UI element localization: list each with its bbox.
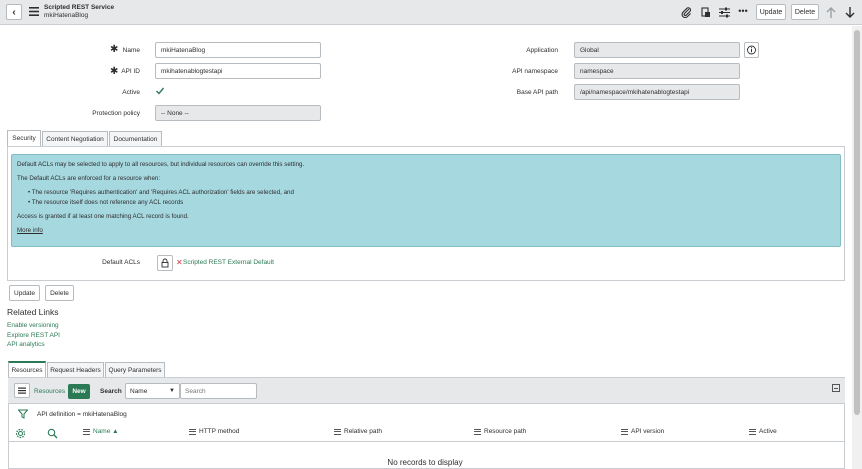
info-bullet: • The resource itself does not reference… <box>28 199 184 206</box>
tab-content-negotiation[interactable]: Content Negotiation <box>42 131 108 146</box>
api-id-field[interactable]: mkihatenablogtestapi <box>155 63 321 79</box>
info-text: Access is granted if at least one matchi… <box>17 213 189 220</box>
list-toolbar: Resources New Search Name ▼ <box>8 378 845 404</box>
collapse-icon[interactable] <box>832 384 840 392</box>
base-api-path-label: Base API path <box>516 89 558 96</box>
active-checkbox[interactable] <box>155 86 167 98</box>
remove-acl-icon[interactable]: ✕ <box>176 258 183 267</box>
default-acls-label: Default ACLs <box>102 259 140 266</box>
arrow-up-icon[interactable] <box>826 7 836 21</box>
column-header-name[interactable]: Name ▲ <box>83 428 119 435</box>
filter-breadcrumb[interactable]: API definition = mkiHatenaBlog <box>37 411 127 418</box>
header-update-button[interactable]: Update <box>756 4 786 20</box>
column-header-label[interactable]: Resource path <box>484 428 526 435</box>
page-scrollbar-thumb[interactable] <box>854 30 860 415</box>
empty-list-message: No records to display <box>387 458 463 467</box>
column-header-http-method[interactable]: HTTP method <box>189 428 239 435</box>
column-header-active[interactable]: Active <box>749 428 777 435</box>
column-header-label[interactable]: Active <box>759 428 777 435</box>
back-button[interactable]: ‹ <box>6 4 22 20</box>
info-bullet: • The resource 'Requires authentication'… <box>28 189 294 196</box>
tab-request-headers[interactable]: Request Headers <box>47 362 104 377</box>
search-input[interactable] <box>180 383 257 399</box>
header-divider <box>8 441 845 442</box>
paperclip-icon[interactable] <box>680 7 692 21</box>
column-header-label[interactable]: API version <box>631 428 664 435</box>
search-field-value: Name <box>130 387 148 395</box>
column-menu-icon[interactable] <box>334 428 341 435</box>
column-header-resource-path[interactable]: Resource path <box>474 428 526 435</box>
search-label: Search <box>100 388 122 395</box>
column-header-api-version[interactable]: API version <box>621 428 664 435</box>
explore-rest-api-link[interactable]: Explore REST API <box>7 332 60 339</box>
chevron-left-icon: ‹ <box>12 6 16 18</box>
api-analytics-link[interactable]: API analytics <box>7 341 45 348</box>
related-links-title: Related Links <box>7 307 59 317</box>
form-header: ‹ Scripted REST Service mkiHatenaBlog ••… <box>0 0 862 25</box>
column-menu-icon[interactable] <box>749 428 756 435</box>
record-type-title: Scripted REST Service <box>44 4 115 11</box>
name-label: Name <box>122 47 140 54</box>
info-text: The Default ACLs are enforced for a reso… <box>17 175 161 182</box>
column-header-label[interactable]: HTTP method <box>199 428 239 435</box>
protection-policy-select[interactable]: -- None -- <box>155 105 321 121</box>
checkmark-icon <box>156 87 165 95</box>
activity-stream-icon[interactable] <box>699 7 711 21</box>
info-bullet-text: The resource itself does not reference a… <box>31 199 184 206</box>
more-options-icon[interactable]: ••• <box>737 6 749 16</box>
update-button[interactable]: Update <box>9 285 40 301</box>
arrow-down-icon[interactable] <box>845 7 855 21</box>
search-field-select[interactable]: Name ▼ <box>125 383 180 399</box>
tab-query-parameters[interactable]: Query Parameters <box>105 362 165 377</box>
api-namespace-label: API namespace <box>512 68 558 75</box>
column-header-label[interactable]: Name ▲ <box>93 428 119 435</box>
filter-funnel-icon[interactable] <box>17 409 29 421</box>
application-label: Application <box>526 47 558 54</box>
hamburger-menu-icon[interactable] <box>28 7 39 19</box>
column-menu-icon[interactable] <box>474 428 481 435</box>
name-field[interactable]: mkiHatenaBlog <box>155 42 321 58</box>
delete-button[interactable]: Delete <box>45 285 74 301</box>
tab-security[interactable]: Security <box>7 130 41 146</box>
new-button[interactable]: New <box>68 384 90 399</box>
column-menu-icon[interactable] <box>621 428 628 435</box>
column-menu-icon[interactable] <box>189 428 196 435</box>
list-menu-button[interactable] <box>14 383 30 398</box>
security-info-box: Default ACLs may be selected to apply to… <box>11 154 841 247</box>
column-menu-icon[interactable] <box>83 428 90 435</box>
column-header-relative-path[interactable]: Relative path <box>334 428 382 435</box>
active-label: Active <box>122 89 140 96</box>
info-bullet-text: The resource 'Requires authentication' a… <box>31 189 294 196</box>
tab-resources[interactable]: Resources <box>8 361 46 377</box>
base-api-path-field: /api/namespace/mkihatenablogtestapi <box>574 84 740 100</box>
info-text: Default ACLs may be selected to apply to… <box>17 161 305 168</box>
more-info-link[interactable]: More info <box>17 227 43 234</box>
lock-icon[interactable] <box>157 255 173 271</box>
search-icon[interactable] <box>47 428 58 441</box>
list-title[interactable]: Resources <box>34 388 65 395</box>
tab-documentation[interactable]: Documentation <box>109 131 162 146</box>
api-namespace-field: namespace <box>574 63 740 79</box>
header-delete-button[interactable]: Delete <box>791 4 819 20</box>
info-icon[interactable] <box>744 42 759 58</box>
application-field: Global <box>574 42 740 58</box>
caret-down-icon: ▼ <box>169 388 175 394</box>
protection-policy-label: Protection policy <box>92 110 140 117</box>
column-header-label[interactable]: Relative path <box>344 428 382 435</box>
hamburger-icon <box>18 387 26 394</box>
settings-sliders-icon[interactable] <box>718 7 730 21</box>
record-display-name: mkiHatenaBlog <box>44 12 89 19</box>
default-acl-value[interactable]: Scripted REST External Default <box>183 259 274 266</box>
api-id-label: API ID <box>121 68 140 75</box>
enable-versioning-link[interactable]: Enable versioning <box>7 322 59 329</box>
list-settings-gear-icon[interactable] <box>15 428 26 441</box>
